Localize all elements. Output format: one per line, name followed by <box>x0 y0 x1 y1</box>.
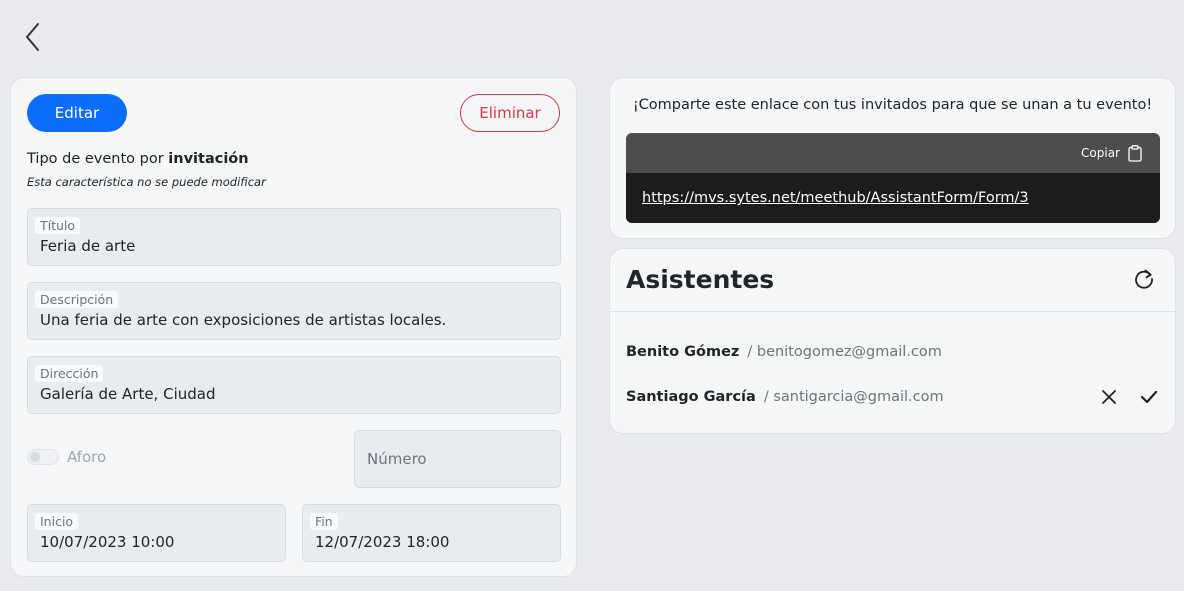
refresh-icon <box>1135 269 1153 289</box>
share-link[interactable]: https://mvs.sytes.net/meethub/AssistantF… <box>642 190 1029 206</box>
reject-attendee-button[interactable] <box>1099 387 1119 407</box>
start-date-value: 10/07/2023 10:00 <box>40 533 175 551</box>
share-link-header: Copiar <box>626 133 1160 173</box>
attendees-card: Asistentes Benito Gómez / benitogomez@gm… <box>609 248 1176 434</box>
delete-button[interactable]: Eliminar <box>460 94 560 132</box>
edit-button[interactable]: Editar <box>27 94 127 132</box>
check-icon <box>1140 390 1158 404</box>
attendees-divider <box>610 311 1175 312</box>
share-link-card: ¡Comparte este enlace con tus invitados … <box>609 77 1176 239</box>
address-field-value: Galería de Arte, Ciudad <box>40 385 216 403</box>
end-date-label: Fin <box>310 513 338 530</box>
capacity-toggle-row: Aforo <box>27 448 106 466</box>
share-link-box: Copiar https://mvs.sytes.net/meethub/Ass… <box>626 133 1160 223</box>
start-date-label: Inicio <box>35 513 79 530</box>
capacity-number-placeholder: Número <box>367 450 427 468</box>
attendees-title: Asistentes <box>626 265 775 294</box>
attendee-name: Benito Gómez <box>626 344 740 360</box>
event-details-card: Editar Eliminar Tipo de evento por invit… <box>10 77 577 577</box>
capacity-toggle[interactable] <box>27 449 59 465</box>
accept-attendee-button[interactable] <box>1139 387 1159 407</box>
title-field[interactable]: Título Feria de arte <box>27 208 561 266</box>
share-link-body: https://mvs.sytes.net/meethub/AssistantF… <box>626 173 1160 223</box>
title-field-label: Título <box>35 217 81 234</box>
back-button[interactable] <box>22 20 46 54</box>
share-message: ¡Comparte este enlace con tus invitados … <box>632 97 1153 113</box>
start-date-field[interactable]: Inicio 10/07/2023 10:00 <box>27 504 286 562</box>
event-type-text: Tipo de evento por invitación <box>27 151 249 167</box>
attendee-name: Santiago García <box>626 389 756 405</box>
attendee-email: / benitogomez@gmail.com <box>747 344 942 360</box>
title-field-value: Feria de arte <box>40 237 136 255</box>
description-field-value: Una feria de arte con exposiciones de ar… <box>40 311 447 329</box>
attendee-row: Benito Gómez / benitogomez@gmail.com <box>626 340 1159 364</box>
close-icon <box>1102 390 1116 404</box>
address-field[interactable]: Dirección Galería de Arte, Ciudad <box>27 356 561 414</box>
address-field-label: Dirección <box>35 365 104 382</box>
copy-button-label: Copiar <box>1081 146 1120 160</box>
end-date-field[interactable]: Fin 12/07/2023 18:00 <box>302 504 561 562</box>
attendee-email: / santigarcia@gmail.com <box>763 389 944 405</box>
copy-button[interactable]: Copiar <box>1081 144 1142 162</box>
attendee-actions <box>1099 387 1159 407</box>
description-field-label: Descripción <box>35 291 119 308</box>
end-date-value: 12/07/2023 18:00 <box>315 533 450 551</box>
event-type-prefix: Tipo de evento por <box>27 151 164 167</box>
clipboard-icon <box>1128 144 1142 162</box>
description-field[interactable]: Descripción Una feria de arte con exposi… <box>27 282 561 340</box>
chevron-left-icon <box>26 23 39 51</box>
event-type-note: Esta característica no se puede modifica… <box>27 175 266 189</box>
event-type-value: invitación <box>168 151 249 167</box>
attendee-row: Santiago García / santigarcia@gmail.com <box>626 385 1159 409</box>
capacity-toggle-label: Aforo <box>67 448 107 466</box>
capacity-number-field[interactable]: Número <box>354 430 561 488</box>
refresh-button[interactable] <box>1133 268 1155 290</box>
